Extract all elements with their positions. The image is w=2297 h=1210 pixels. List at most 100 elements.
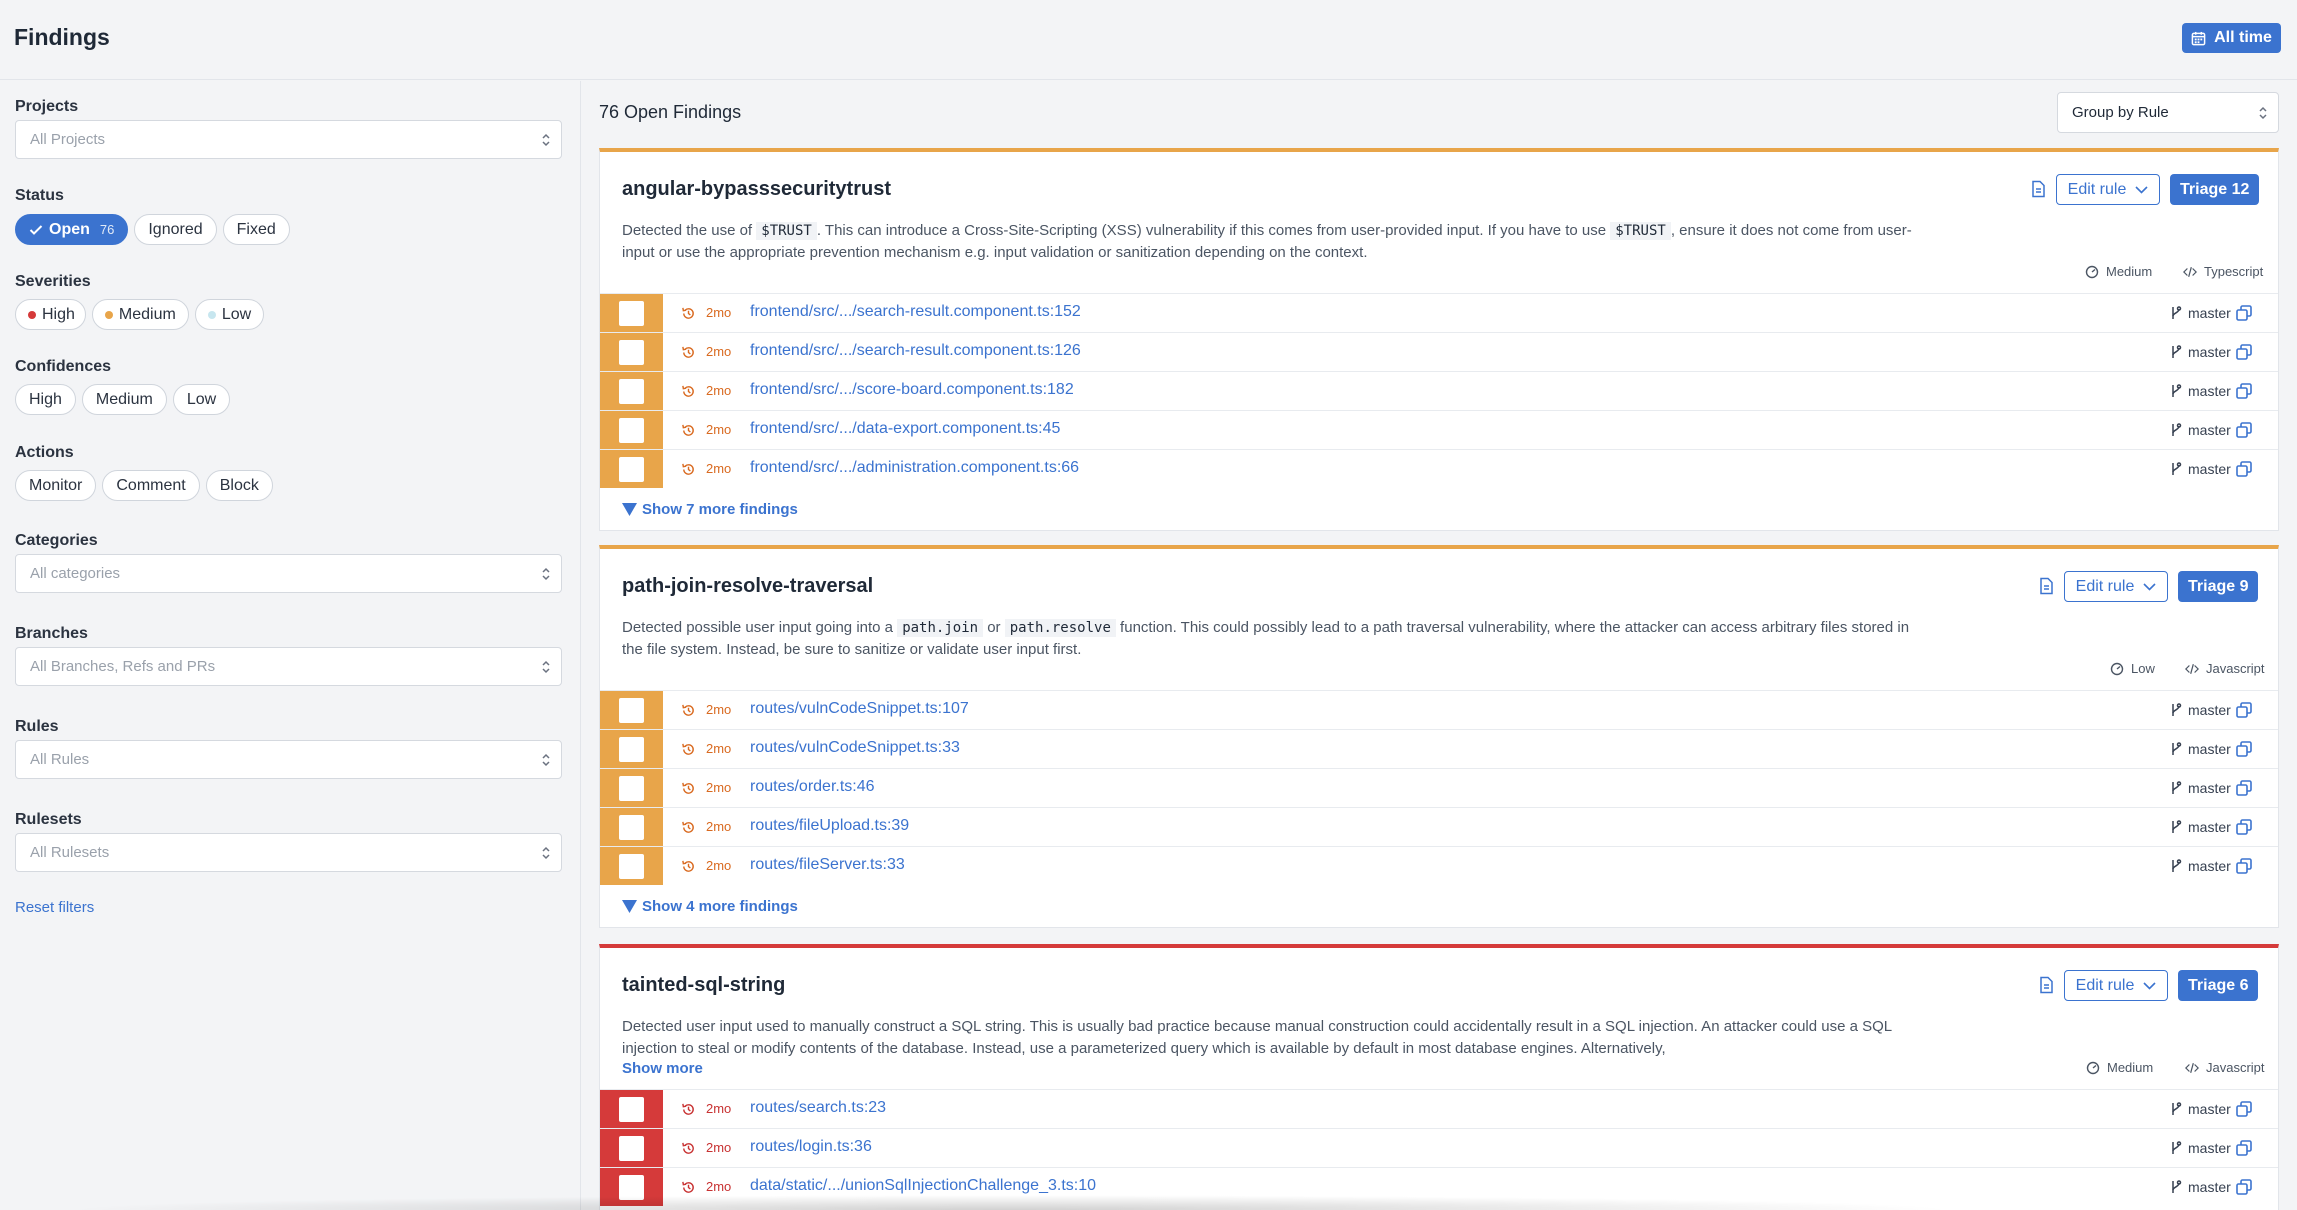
- finding-path-link[interactable]: routes/search.ts:23: [750, 1099, 886, 1117]
- finding-checkbox[interactable]: [619, 418, 644, 443]
- reset-filters-link[interactable]: Reset filters: [15, 899, 94, 916]
- finding-path-link[interactable]: frontend/src/.../search-result.component…: [750, 303, 1081, 321]
- finding-branch: master: [2170, 305, 2231, 321]
- finding-path-link[interactable]: frontend/src/.../search-result.component…: [750, 342, 1081, 360]
- document-icon[interactable]: [2030, 180, 2046, 198]
- show-more-findings-link[interactable]: Show 4 more findings: [622, 898, 798, 915]
- finding-row[interactable]: 2mo routes/fileUpload.ts:39 master: [600, 807, 2278, 846]
- finding-row[interactable]: 2mo frontend/src/.../search-result.compo…: [600, 332, 2278, 371]
- action-monitor-pill[interactable]: Monitor: [15, 470, 97, 501]
- finding-path-link[interactable]: routes/vulnCodeSnippet.ts:107: [750, 700, 969, 718]
- finding-checkbox[interactable]: [619, 457, 644, 482]
- finding-checkbox[interactable]: [619, 379, 644, 404]
- rule-name[interactable]: tainted-sql-string: [622, 974, 785, 997]
- finding-row[interactable]: 2mo frontend/src/.../data-export.compone…: [600, 410, 2278, 449]
- rules-select[interactable]: All Rules: [15, 740, 562, 779]
- open-new-window-icon[interactable]: [2235, 382, 2253, 400]
- open-new-window-icon[interactable]: [2235, 740, 2253, 758]
- finding-row[interactable]: 2mo routes/order.ts:46 master: [600, 768, 2278, 807]
- edit-rule-button[interactable]: Edit rule: [2064, 970, 2168, 1001]
- open-new-window-icon[interactable]: [2235, 818, 2253, 836]
- finding-path-link[interactable]: routes/fileServer.ts:33: [750, 856, 905, 874]
- document-icon[interactable]: [2038, 577, 2054, 595]
- status-fixed-pill[interactable]: Fixed: [222, 214, 290, 245]
- finding-row[interactable]: 2mo routes/fileServer.ts:33 master: [600, 846, 2278, 885]
- open-new-window-icon[interactable]: [2235, 701, 2253, 719]
- branch-icon: [2172, 384, 2182, 397]
- date-filter-label: All time: [2214, 29, 2272, 46]
- branch-name: master: [2188, 702, 2231, 718]
- date-filter-button[interactable]: All time: [2182, 23, 2281, 53]
- finding-path-link[interactable]: frontend/src/.../administration.componen…: [750, 459, 1079, 477]
- branch-name: master: [2188, 1140, 2231, 1156]
- severity-medium-pill[interactable]: Medium: [91, 299, 189, 330]
- open-new-window-icon[interactable]: [2235, 460, 2253, 478]
- triage-button[interactable]: Triage 12: [2170, 174, 2260, 205]
- finding-checkbox[interactable]: [619, 301, 644, 326]
- language-meta: Javascript: [2185, 1060, 2265, 1075]
- finding-row[interactable]: 2mo routes/search.ts:23 master: [600, 1089, 2278, 1128]
- finding-path-link[interactable]: frontend/src/.../data-export.component.t…: [750, 420, 1060, 438]
- branch-icon: [2172, 462, 2182, 475]
- action-comment-pill[interactable]: Comment: [102, 470, 200, 501]
- finding-checkbox[interactable]: [619, 1097, 644, 1122]
- finding-checkbox[interactable]: [619, 698, 644, 723]
- confidence-meta: Low: [2110, 661, 2155, 676]
- open-new-window-icon[interactable]: [2235, 304, 2253, 322]
- finding-checkbox[interactable]: [619, 340, 644, 365]
- finding-row[interactable]: 2mo routes/login.ts:36 master: [600, 1128, 2278, 1167]
- finding-branch: master: [2170, 1140, 2231, 1156]
- open-new-window-icon[interactable]: [2235, 421, 2253, 439]
- finding-checkbox[interactable]: [619, 854, 644, 879]
- open-new-window-icon[interactable]: [2235, 779, 2253, 797]
- finding-row[interactable]: 2mo frontend/src/.../search-result.compo…: [600, 293, 2278, 332]
- status-ignored-pill[interactable]: Ignored: [134, 214, 217, 245]
- rule-name[interactable]: path-join-resolve-traversal: [622, 575, 873, 598]
- open-new-window-icon[interactable]: [2235, 857, 2253, 875]
- edit-rule-button[interactable]: Edit rule: [2056, 174, 2160, 205]
- finding-checkbox[interactable]: [619, 815, 644, 840]
- open-new-window-icon[interactable]: [2235, 1139, 2253, 1157]
- severity-high-pill[interactable]: High: [15, 299, 86, 330]
- branches-select[interactable]: All Branches, Refs and PRs: [15, 647, 562, 686]
- finding-checkbox[interactable]: [619, 1136, 644, 1161]
- desc-text: Detected the use of: [622, 222, 757, 239]
- confidence-high-pill[interactable]: High: [15, 384, 76, 415]
- finding-row[interactable]: 2mo routes/vulnCodeSnippet.ts:33 master: [600, 729, 2278, 768]
- finding-row[interactable]: 2mo frontend/src/.../score-board.compone…: [600, 371, 2278, 410]
- open-new-window-icon[interactable]: [2235, 1100, 2253, 1118]
- finding-path-link[interactable]: frontend/src/.../score-board.component.t…: [750, 381, 1074, 399]
- finding-path-link[interactable]: routes/login.ts:36: [750, 1138, 872, 1156]
- finding-row[interactable]: 2mo frontend/src/.../administration.comp…: [600, 449, 2278, 488]
- categories-select[interactable]: All categories: [15, 554, 562, 593]
- finding-checkbox[interactable]: [619, 776, 644, 801]
- rule-description: Detected the use of $TRUST. This can int…: [622, 220, 1922, 264]
- show-more-findings-link[interactable]: Show 7 more findings: [622, 501, 798, 518]
- finding-path-link[interactable]: routes/vulnCodeSnippet.ts:33: [750, 739, 960, 757]
- open-new-window-icon[interactable]: [2235, 343, 2253, 361]
- desc-code: path.resolve: [1004, 619, 1116, 637]
- confidence-low-pill[interactable]: Low: [172, 384, 231, 415]
- action-block-pill[interactable]: Block: [205, 470, 273, 501]
- finding-branch: master: [2170, 1179, 2231, 1195]
- finding-row[interactable]: 2mo routes/vulnCodeSnippet.ts:107 master: [600, 690, 2278, 729]
- finding-path-link[interactable]: routes/order.ts:46: [750, 778, 875, 796]
- triage-button[interactable]: Triage 9: [2178, 571, 2259, 602]
- severity-low-pill[interactable]: Low: [194, 299, 265, 330]
- projects-select[interactable]: All Projects: [15, 120, 562, 159]
- status-options: Open 76 Ignored Fixed: [15, 214, 290, 245]
- edit-rule-button[interactable]: Edit rule: [2064, 571, 2168, 602]
- finding-path-link[interactable]: data/static/.../unionSqlInjectionChallen…: [750, 1177, 1096, 1195]
- rule-name[interactable]: angular-bypasssecuritytrust: [622, 178, 891, 201]
- finding-checkbox[interactable]: [619, 737, 644, 762]
- group-by-select[interactable]: Group by Rule: [2057, 92, 2279, 133]
- show-more-link[interactable]: Show more: [622, 1060, 703, 1077]
- open-new-window-icon[interactable]: [2235, 1178, 2253, 1196]
- confidence-medium-pill[interactable]: Medium: [81, 384, 167, 415]
- document-icon[interactable]: [2038, 976, 2054, 994]
- rulesets-select[interactable]: All Rulesets: [15, 833, 562, 872]
- status-open-pill[interactable]: Open 76: [15, 214, 129, 245]
- finding-path-link[interactable]: routes/fileUpload.ts:39: [750, 817, 909, 835]
- severity-low-label: Low: [221, 305, 252, 323]
- triage-button[interactable]: Triage 6: [2178, 970, 2259, 1001]
